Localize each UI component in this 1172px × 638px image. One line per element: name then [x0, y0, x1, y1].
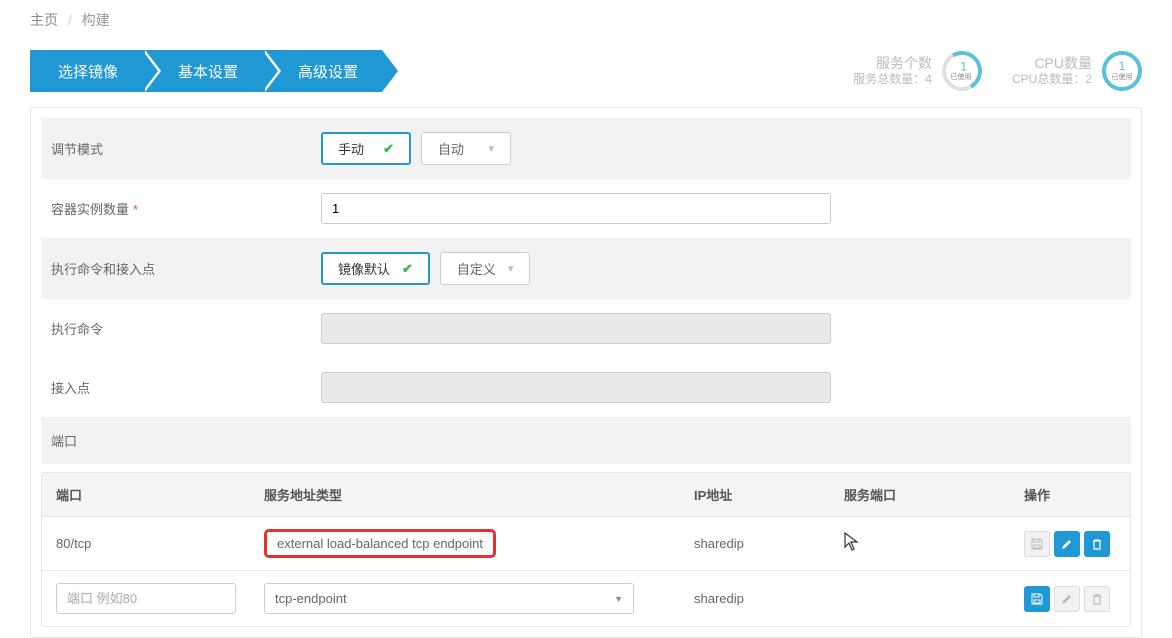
table-row: tcp-endpoint ▼ sharedip — [42, 571, 1130, 626]
image-default-button[interactable]: 镜像默认 ✔ — [321, 252, 430, 285]
port-input[interactable] — [56, 583, 236, 614]
trash-icon — [1091, 538, 1103, 550]
th-port: 端口 — [42, 473, 250, 517]
breadcrumb: 主页 / 构建 — [0, 0, 1172, 40]
stat-cpu: CPU数量 CPU总数量：2 1 已使用 — [1012, 51, 1142, 91]
check-icon: ✔ — [402, 261, 413, 277]
label-instances: 容器实例数量* — [41, 199, 321, 218]
label-cmd: 执行命令 — [41, 319, 321, 338]
save-icon — [1031, 538, 1043, 550]
cell-ip: sharedip — [680, 571, 830, 626]
label-mode: 调节模式 — [41, 139, 321, 158]
chevron-down-icon: ▾ — [508, 262, 514, 275]
save-button[interactable] — [1024, 586, 1050, 612]
th-addr-type: 服务地址类型 — [250, 473, 680, 517]
caret-down-icon: ▼ — [614, 594, 623, 604]
edit-icon — [1061, 538, 1073, 550]
table-row: 80/tcp external load-balanced tcp endpoi… — [42, 517, 1130, 571]
step-select-image[interactable]: 选择镜像 — [30, 50, 142, 92]
save-icon — [1031, 593, 1043, 605]
cursor-icon — [844, 532, 860, 548]
th-ip: IP地址 — [680, 473, 830, 517]
donut-services-icon: 1 已使用 — [937, 47, 986, 96]
check-icon: ✔ — [383, 141, 394, 157]
cell-service-port — [830, 517, 1010, 571]
trash-icon — [1091, 593, 1103, 605]
delete-button[interactable] — [1084, 531, 1110, 557]
label-cmd-entry: 执行命令和接入点 — [41, 259, 321, 278]
entry-input — [321, 372, 831, 403]
label-entry: 接入点 — [41, 378, 321, 397]
edit-icon — [1061, 593, 1073, 605]
chevron-down-icon: ▾ — [488, 142, 494, 155]
cmd-input — [321, 313, 831, 344]
addr-type-select[interactable]: tcp-endpoint ▼ — [264, 583, 634, 614]
mode-auto-button[interactable]: 自动 ▾ — [421, 132, 511, 165]
breadcrumb-current: 构建 — [82, 12, 110, 28]
cell-port: 80/tcp — [42, 517, 250, 571]
edit-button[interactable] — [1054, 531, 1080, 557]
th-actions: 操作 — [1010, 473, 1130, 517]
custom-button[interactable]: 自定义 ▾ — [440, 252, 531, 285]
ports-section-title: 端口 — [41, 417, 1131, 464]
donut-cpu-icon: 1 已使用 — [1102, 51, 1142, 91]
edit-button — [1054, 586, 1080, 612]
cell-service-port — [830, 571, 1010, 626]
addr-type-highlight: external load-balanced tcp endpoint — [264, 529, 496, 558]
save-button — [1024, 531, 1050, 557]
stat-services: 服务个数 服务总数量：4 1 已使用 — [853, 51, 982, 91]
delete-button — [1084, 586, 1110, 612]
instances-input[interactable] — [321, 193, 831, 224]
mode-manual-button[interactable]: 手动 ✔ — [321, 132, 411, 165]
cell-ip: sharedip — [680, 517, 830, 571]
wizard-steps: 选择镜像 基本设置 高级设置 — [30, 50, 382, 92]
ports-table: 端口 服务地址类型 IP地址 服务端口 操作 80/tcp external l… — [41, 472, 1131, 627]
th-service-port: 服务端口 — [830, 473, 1010, 517]
breadcrumb-home[interactable]: 主页 — [30, 12, 58, 28]
